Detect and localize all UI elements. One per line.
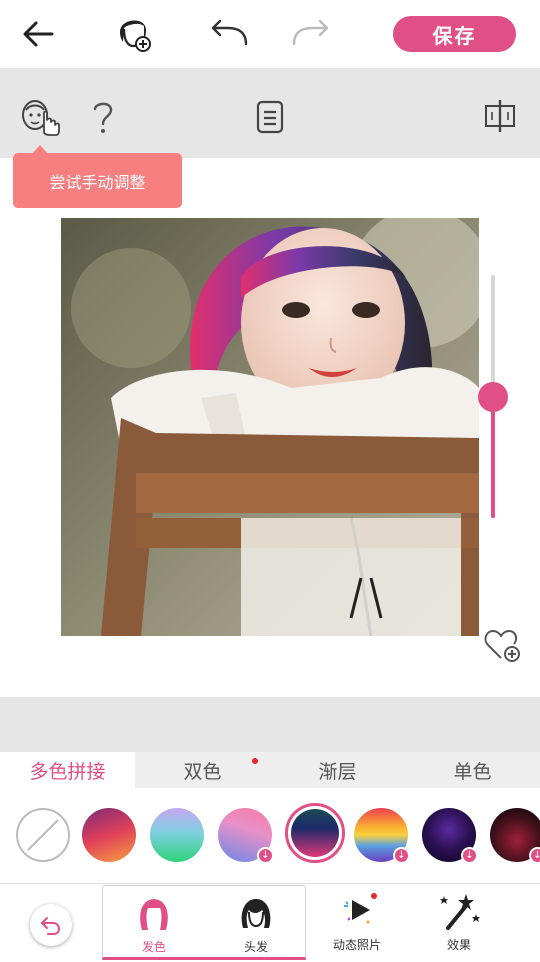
document-icon[interactable] (256, 100, 284, 134)
bottom-nav: 发色 头发 动态照片 效果 (0, 883, 540, 960)
hair-color-icon (140, 899, 168, 930)
help-icon[interactable] (92, 100, 114, 136)
edited-photo[interactable] (61, 218, 479, 636)
tab-single-color[interactable]: 单色 (405, 752, 540, 788)
manual-adjust-face-icon[interactable] (20, 98, 62, 136)
nav-effects[interactable]: 效果 (408, 884, 510, 960)
face-add-icon[interactable] (114, 12, 154, 54)
swatch-rainbow[interactable]: ↓ (354, 808, 410, 864)
intensity-slider-knob[interactable] (478, 381, 508, 412)
download-badge-icon: ↓ (393, 847, 410, 864)
tab-label: 多色拼接 (29, 760, 106, 783)
tab-label: 双色 (183, 760, 222, 783)
tool-bar (0, 68, 540, 158)
swatch-fill (291, 809, 339, 857)
compare-icon[interactable] (484, 98, 516, 134)
nav-live-photo[interactable]: 动态照片 (306, 884, 408, 960)
swatch-teal-pink-selected[interactable] (285, 803, 345, 863)
swatch-none[interactable] (16, 808, 70, 862)
favorite-add-icon[interactable] (483, 628, 523, 664)
back-arrow-icon[interactable] (20, 18, 56, 50)
tab-multicolor[interactable]: 多色拼接 (0, 752, 135, 788)
redo-icon[interactable] (290, 18, 332, 48)
tab-label: 单色 (453, 760, 492, 783)
tab-dual-color[interactable]: 双色 (135, 752, 270, 788)
top-bar: 保存 (0, 0, 540, 68)
swatch-red-night[interactable]: ↓ (490, 808, 540, 864)
swatch-purple-night[interactable]: ↓ (422, 808, 478, 864)
nav-hair-color[interactable]: 发色 (103, 886, 205, 962)
hair-nav-group: 发色 头发 (102, 885, 306, 960)
panel-divider (0, 697, 540, 752)
intensity-slider-fill (491, 396, 495, 518)
nav-hair[interactable]: 头发 (205, 886, 307, 962)
undo-icon[interactable] (208, 18, 250, 48)
reset-button[interactable] (30, 904, 72, 946)
manual-adjust-tooltip[interactable]: 尝试手动调整 (13, 153, 182, 208)
download-badge-icon: ↓ (257, 847, 274, 864)
save-button[interactable]: 保存 (393, 16, 516, 52)
live-photo-icon (344, 893, 377, 924)
download-badge-icon: ↓ (529, 847, 540, 864)
swatch-sunset[interactable] (82, 808, 136, 862)
magic-wand-icon (440, 894, 480, 930)
nav-label: 头发 (243, 940, 268, 954)
hair-icon (241, 899, 271, 928)
nav-label: 动态照片 (332, 938, 381, 952)
nav-label: 效果 (446, 938, 471, 952)
tab-gradient[interactable]: 渐层 (270, 752, 405, 788)
nav-label: 发色 (141, 940, 166, 954)
swatch-mint[interactable] (150, 808, 204, 862)
download-badge-icon: ↓ (461, 847, 478, 864)
swatch-pink-blue[interactable]: ↓ (218, 808, 274, 864)
color-mode-tabs: 多色拼接 双色 渐层 单色 (0, 752, 540, 788)
tab-label: 渐层 (318, 760, 357, 783)
reset-arrow-icon (41, 917, 60, 935)
hair-color-swatches: ↓ ↓ ↓ ↓ (0, 788, 540, 883)
new-dot-badge (252, 758, 258, 764)
